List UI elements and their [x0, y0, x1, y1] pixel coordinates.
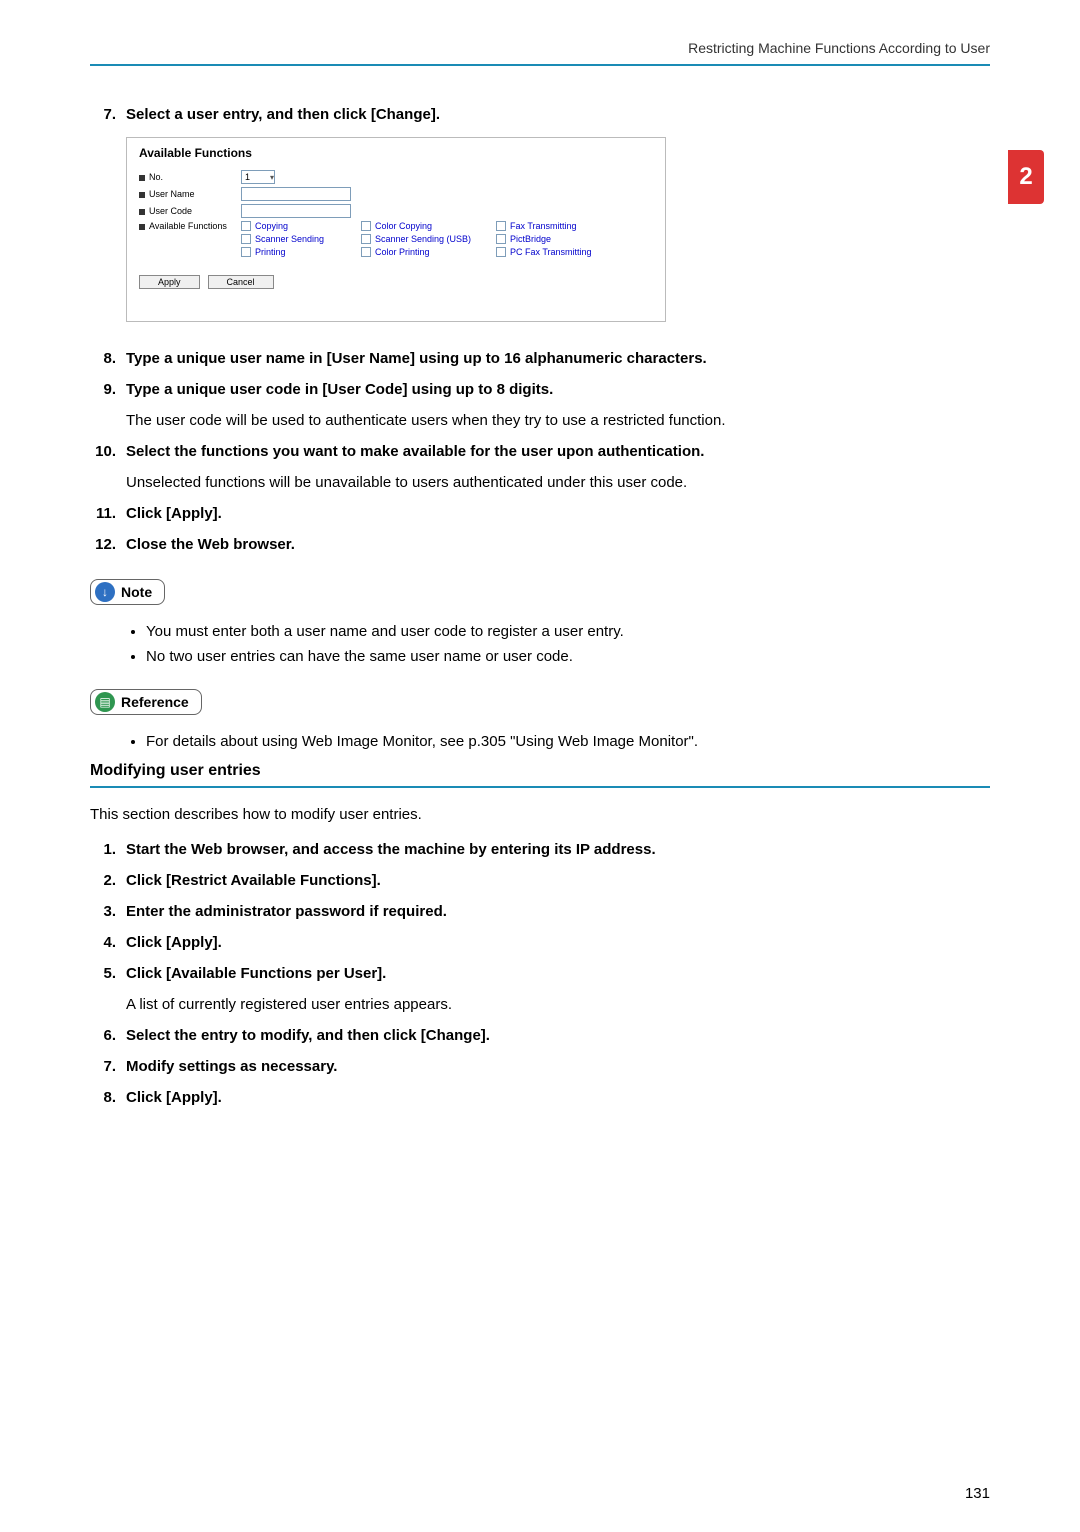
func-pcfax: PC Fax Transmitting — [510, 247, 592, 257]
username-label: User Name — [149, 189, 195, 199]
step-number: 7. — [90, 106, 126, 123]
mod-step-3: 3. Enter the administrator password if r… — [90, 903, 990, 920]
func-printing: Printing — [255, 247, 286, 257]
row-no: No. 1 ▾ — [139, 170, 653, 184]
step-12: 12. Close the Web browser. — [90, 536, 990, 553]
step-9: 9. Type a unique user code in [User Code… — [90, 381, 990, 398]
step-number: 12. — [90, 536, 126, 553]
checkbox-color-copying[interactable] — [361, 221, 371, 231]
no-select[interactable]: 1 ▾ — [241, 170, 275, 184]
doc-icon: ▤ — [95, 692, 115, 712]
func-row-1: Available Functions Copying Color Copyin… — [139, 221, 653, 231]
avail-label: Available Functions — [149, 221, 227, 231]
step-number: 9. — [90, 381, 126, 398]
checkbox-color-printing[interactable] — [361, 247, 371, 257]
reference-label: Reference — [121, 694, 189, 710]
note-callout: ↓ Note — [90, 579, 165, 605]
mod-step-8: 8. Click [Apply]. — [90, 1089, 990, 1106]
reference-callout: ▤ Reference — [90, 689, 202, 715]
func-pictbridge: PictBridge — [510, 234, 551, 244]
step-text: Select the entry to modify, and then cli… — [126, 1027, 990, 1044]
step-text: Close the Web browser. — [126, 536, 990, 553]
step-text: Select the functions you want to make av… — [126, 443, 990, 460]
header-breadcrumb: Restricting Machine Functions According … — [90, 40, 990, 66]
func-scanner-usb: Scanner Sending (USB) — [375, 234, 471, 244]
step-number: 6. — [90, 1027, 126, 1044]
mod-step-2: 2. Click [Restrict Available Functions]. — [90, 872, 990, 889]
chevron-down-icon: ▾ — [270, 173, 274, 182]
checkbox-pictbridge[interactable] — [496, 234, 506, 244]
step-text: Type a unique user code in [User Code] u… — [126, 381, 990, 398]
step-text: Click [Restrict Available Functions]. — [126, 872, 990, 889]
func-scanner: Scanner Sending — [255, 234, 324, 244]
step-number: 2. — [90, 872, 126, 889]
func-row-2: Scanner Sending Scanner Sending (USB) Pi… — [139, 234, 653, 244]
func-fax: Fax Transmitting — [510, 221, 577, 231]
step-9-desc: The user code will be used to authentica… — [126, 412, 990, 429]
mod-step-4: 4. Click [Apply]. — [90, 934, 990, 951]
usercode-input[interactable] — [241, 204, 351, 218]
step-number: 3. — [90, 903, 126, 920]
checkbox-scanner-usb[interactable] — [361, 234, 371, 244]
step-8: 8. Type a unique user name in [User Name… — [90, 350, 990, 367]
row-usercode: User Code — [139, 204, 653, 218]
step-text: Click [Apply]. — [126, 505, 990, 522]
checkbox-printing[interactable] — [241, 247, 251, 257]
step-text: Enter the administrator password if requ… — [126, 903, 990, 920]
step-number: 5. — [90, 965, 126, 982]
note-item-1: You must enter both a user name and user… — [146, 623, 990, 640]
mod-step-1: 1. Start the Web browser, and access the… — [90, 841, 990, 858]
step-text: Select a user entry, and then click [Cha… — [126, 106, 990, 123]
step-text: Start the Web browser, and access the ma… — [126, 841, 990, 858]
mod-step-5-desc: A list of currently registered user entr… — [126, 996, 990, 1013]
checkbox-copying[interactable] — [241, 221, 251, 231]
cancel-button[interactable]: Cancel — [208, 275, 274, 289]
step-number: 8. — [90, 1089, 126, 1106]
no-label: No. — [149, 172, 163, 182]
step-number: 8. — [90, 350, 126, 367]
section-heading: Modifying user entries — [90, 762, 990, 788]
checkbox-fax[interactable] — [496, 221, 506, 231]
step-text: Click [Available Functions per User]. — [126, 965, 990, 982]
step-number: 11. — [90, 505, 126, 522]
step-text: Modify settings as necessary. — [126, 1058, 990, 1075]
page-number: 131 — [965, 1485, 990, 1502]
username-input[interactable] — [241, 187, 351, 201]
func-color-copying: Color Copying — [375, 221, 432, 231]
func-copying: Copying — [255, 221, 288, 231]
usercode-label: User Code — [149, 206, 192, 216]
step-text: Click [Apply]. — [126, 1089, 990, 1106]
section-intro: This section describes how to modify use… — [90, 806, 990, 823]
note-label: Note — [121, 584, 152, 600]
chapter-tab: 2 — [1008, 150, 1044, 204]
note-item-2: No two user entries can have the same us… — [146, 648, 990, 665]
apply-button[interactable]: Apply — [139, 275, 200, 289]
panel-title: Available Functions — [139, 146, 653, 160]
step-text: Type a unique user name in [User Name] u… — [126, 350, 990, 367]
reference-bullets: For details about using Web Image Monito… — [126, 733, 990, 750]
step-7: 7. Select a user entry, and then click [… — [90, 106, 990, 123]
mod-step-6: 6. Select the entry to modify, and then … — [90, 1027, 990, 1044]
step-number: 4. — [90, 934, 126, 951]
step-number: 7. — [90, 1058, 126, 1075]
step-10: 10. Select the functions you want to mak… — [90, 443, 990, 460]
func-row-3: Printing Color Printing PC Fax Transmitt… — [139, 247, 653, 257]
available-functions-panel: Available Functions No. 1 ▾ User Name Us… — [126, 137, 666, 322]
reference-item-1: For details about using Web Image Monito… — [146, 733, 990, 750]
step-10-desc: Unselected functions will be unavailable… — [126, 474, 990, 491]
document-page: Restricting Machine Functions According … — [0, 0, 1080, 1150]
note-bullets: You must enter both a user name and user… — [126, 623, 990, 665]
down-arrow-icon: ↓ — [95, 582, 115, 602]
step-text: Click [Apply]. — [126, 934, 990, 951]
checkbox-pcfax[interactable] — [496, 247, 506, 257]
func-color-printing: Color Printing — [375, 247, 430, 257]
step-number: 1. — [90, 841, 126, 858]
step-11: 11. Click [Apply]. — [90, 505, 990, 522]
row-username: User Name — [139, 187, 653, 201]
mod-step-5: 5. Click [Available Functions per User]. — [90, 965, 990, 982]
checkbox-scanner[interactable] — [241, 234, 251, 244]
step-number: 10. — [90, 443, 126, 460]
mod-step-7: 7. Modify settings as necessary. — [90, 1058, 990, 1075]
